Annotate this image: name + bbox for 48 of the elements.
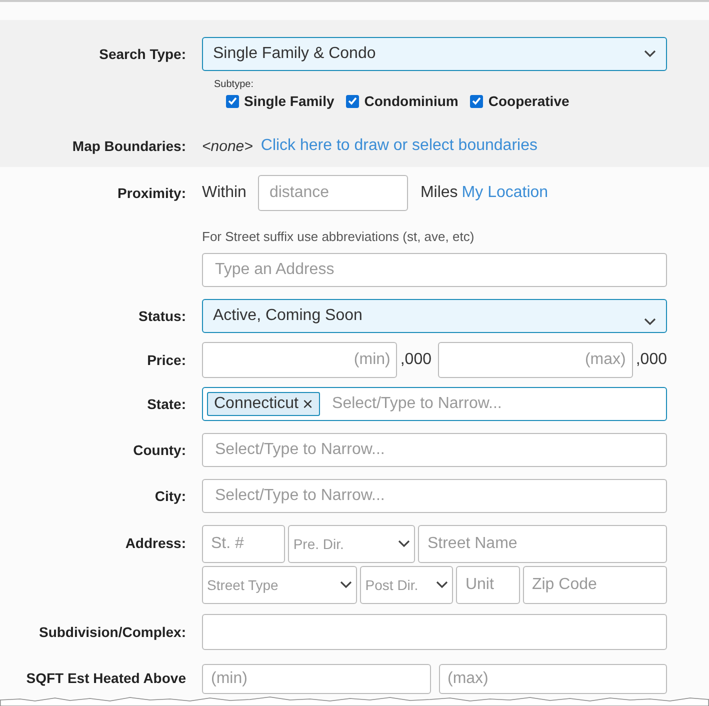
- distance-field[interactable]: distance: [258, 175, 408, 211]
- status-dropdown[interactable]: Active, Coming Soon: [202, 299, 667, 333]
- field-label: Proximity:: [116, 185, 187, 201]
- chevron-down-icon: [644, 318, 656, 326]
- checkmark-icon: [348, 97, 358, 105]
- field-label: County:: [132, 442, 187, 458]
- address-search-field[interactable]: Type an Address: [202, 253, 667, 287]
- text-field[interactable]: Unit: [456, 566, 520, 604]
- field-label: State:: [146, 396, 187, 412]
- chevron-down-icon: [340, 581, 352, 589]
- price-field[interactable]: (max): [438, 342, 633, 378]
- subtype-checkbox[interactable]: Condominium: [346, 93, 458, 109]
- chevron-down-icon: [398, 540, 410, 548]
- sqft-field[interactable]: (min): [202, 664, 430, 694]
- chevron-down-icon: [436, 581, 448, 589]
- field-label: Search Type:: [98, 46, 187, 62]
- state-tag: Connecticut ×: [207, 392, 320, 416]
- subtype-checkbox[interactable]: Single Family: [226, 93, 334, 109]
- subtype-label: Subtype:: [214, 79, 254, 90]
- text-field[interactable]: Street Name: [418, 525, 667, 563]
- remove-button[interactable]: ×: [302, 395, 314, 413]
- field-label: SQFT Est Heated Above: [25, 669, 187, 686]
- boundary-value: <none>: [202, 138, 253, 154]
- checkmark-icon: [228, 97, 237, 105]
- sqft-field[interactable]: (max): [438, 664, 667, 694]
- field-label: Price:: [146, 352, 187, 368]
- field-label: City:: [154, 488, 187, 504]
- chevron-down-icon: [644, 50, 656, 58]
- checkmark-icon: [472, 97, 482, 105]
- price-field[interactable]: (min): [202, 342, 398, 378]
- within-text: Within: [202, 184, 246, 202]
- field-label: Address:: [124, 534, 187, 551]
- county-field[interactable]: Select/Type to Narrow...: [202, 433, 667, 467]
- text-field[interactable]: St. #: [202, 525, 286, 563]
- subtype-checkbox[interactable]: Cooperative: [470, 93, 570, 109]
- search-type-dropdown[interactable]: Single Family & Condo: [202, 37, 667, 71]
- subdivision-field[interactable]: [202, 614, 667, 650]
- text-field[interactable]: Zip Code: [522, 566, 668, 604]
- thousands-suffix: ,000: [636, 351, 667, 369]
- state-placeholder: Select/Type to Narrow...: [332, 395, 502, 413]
- miles-text: Miles: [420, 184, 458, 202]
- field-label: Subdivision/Complex:: [38, 624, 187, 640]
- field-label: Map Boundaries:: [71, 138, 187, 154]
- city-field[interactable]: Select/Type to Narrow...: [202, 479, 667, 513]
- state-field[interactable]: Connecticut × Select/Type to Narrow...: [202, 387, 667, 421]
- field-label: Status:: [138, 308, 187, 324]
- hint-text: For Street suffix use abbreviations (st, ave, etc): [202, 229, 474, 244]
- thousands-suffix: ,000: [400, 351, 432, 369]
